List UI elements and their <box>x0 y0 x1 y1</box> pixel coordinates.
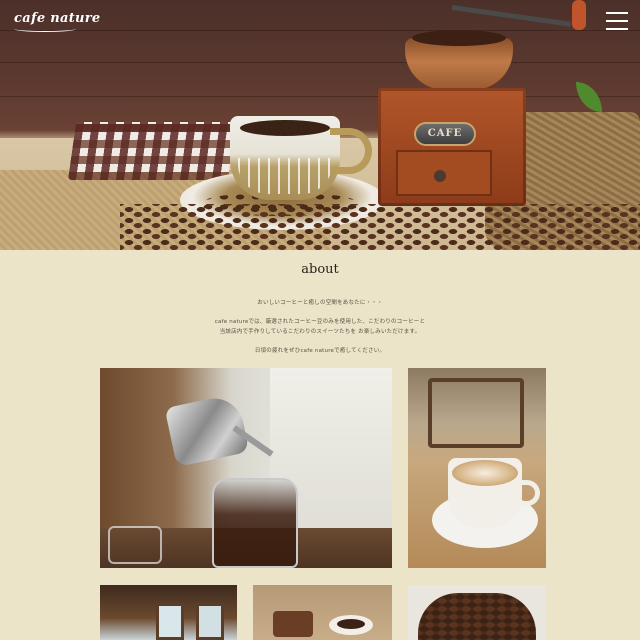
site-logo[interactable]: cafe nature <box>14 11 100 26</box>
coffee-beans-photo <box>408 585 546 640</box>
coffee-surface <box>337 619 365 629</box>
about-text-line: おいしいコーヒーと癒しの空間をあなたに・・・ <box>257 300 383 306</box>
window <box>196 603 224 640</box>
cup-pattern <box>238 158 332 194</box>
grinder-beans <box>412 30 506 46</box>
grinder-crank-knob <box>572 0 586 30</box>
about-heading: about <box>301 262 339 277</box>
coffee-server <box>212 478 298 568</box>
gingham-cloth <box>67 122 237 180</box>
grinder-plate: CAFE <box>414 122 476 146</box>
cake-slice <box>273 611 313 637</box>
about-text-line: 日頃の疲れをぜひcafe natureで癒してください。 <box>254 348 386 354</box>
coffee-beans-pile <box>418 593 536 640</box>
latte-cup-handle <box>518 480 540 506</box>
menu-bar <box>606 28 628 30</box>
grinder-drawer-knob <box>434 170 446 182</box>
coffee-surface <box>240 120 330 136</box>
hero-image: CAFE <box>0 0 640 250</box>
menu-bar <box>606 12 628 14</box>
wood-plank-line <box>0 62 640 63</box>
chair <box>428 378 524 448</box>
latte-foam <box>452 460 518 486</box>
about-text-line: 当該店内で手作りしているこだわりのスイーツたちを お楽しみいただけます。 <box>219 329 421 335</box>
cake-and-coffee-photo <box>253 585 392 640</box>
cafe-interior-photo <box>100 585 237 640</box>
window <box>156 603 184 640</box>
hamburger-menu-icon[interactable] <box>606 12 630 34</box>
glass <box>108 526 162 564</box>
pour-over-coffee-photo <box>100 368 392 568</box>
about-text-line: cafe natureでは、厳選されたコーヒー豆のみを使用した、こだわりのコーヒ… <box>214 319 426 325</box>
wood-plank-line <box>0 30 640 31</box>
grinder-crank <box>451 5 572 27</box>
scattered-coffee-beans <box>120 204 640 250</box>
menu-bar <box>606 20 628 22</box>
leaf <box>576 82 602 112</box>
logo-swoosh <box>14 26 76 32</box>
latte-art-cup-photo <box>408 368 546 568</box>
wood-plank-line <box>0 96 640 97</box>
